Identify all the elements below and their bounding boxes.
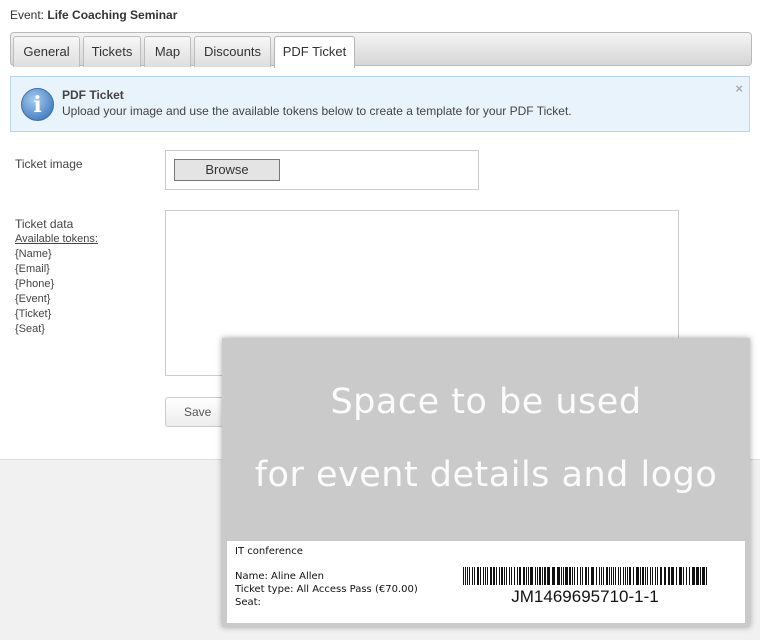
ticket-stub: IT conference Name: Aline Allen Ticket t… bbox=[227, 541, 745, 623]
token-email: {Email} bbox=[15, 263, 50, 275]
ticket-placeholder-line2: for event details and logo bbox=[254, 455, 718, 495]
ticket-type: Ticket type: All Access Pass (€70.00) bbox=[235, 584, 418, 595]
barcode-number: JM1469695710-1-1 bbox=[511, 587, 659, 606]
alert-title: PDF Ticket bbox=[62, 88, 124, 102]
ticket-image-label: Ticket image bbox=[15, 157, 83, 171]
info-icon: i bbox=[21, 88, 54, 121]
barcode-icon bbox=[463, 567, 707, 585]
ticket-name: Name: Aline Allen bbox=[235, 571, 325, 582]
available-tokens-label: Available tokens: bbox=[15, 233, 98, 245]
event-title: Event: Life Coaching Seminar bbox=[10, 8, 177, 22]
ticket-image-field: Browse bbox=[165, 150, 479, 190]
info-alert: i PDF Ticket Upload your image and use t… bbox=[10, 76, 750, 132]
close-icon[interactable]: × bbox=[735, 81, 743, 96]
token-phone: {Phone} bbox=[15, 278, 55, 290]
alert-message: Upload your image and use the available … bbox=[62, 104, 572, 118]
ticket-event: IT conference bbox=[235, 546, 303, 557]
tab-bar: General Tickets Map Discounts PDF Ticket bbox=[10, 32, 752, 68]
ticket-placeholder-line1: Space to be used bbox=[330, 382, 642, 422]
token-ticket: {Ticket} bbox=[15, 308, 52, 320]
event-label: Event: bbox=[10, 8, 45, 22]
token-name: {Name} bbox=[15, 248, 52, 260]
ticket-seat: Seat: bbox=[235, 597, 261, 608]
token-event: {Event} bbox=[15, 293, 51, 305]
tab-tickets[interactable]: Tickets bbox=[83, 36, 141, 67]
token-seat: {Seat} bbox=[15, 323, 45, 335]
ticket-preview: Space to be used for event details and l… bbox=[222, 338, 750, 627]
ticket-data-label: Ticket data bbox=[15, 217, 74, 231]
tab-discounts[interactable]: Discounts bbox=[194, 36, 271, 67]
event-name: Life Coaching Seminar bbox=[47, 8, 178, 22]
tab-general[interactable]: General bbox=[13, 36, 80, 67]
tab-pdf-ticket[interactable]: PDF Ticket bbox=[274, 36, 355, 68]
tab-map[interactable]: Map bbox=[144, 36, 191, 67]
browse-button[interactable]: Browse bbox=[174, 159, 280, 181]
